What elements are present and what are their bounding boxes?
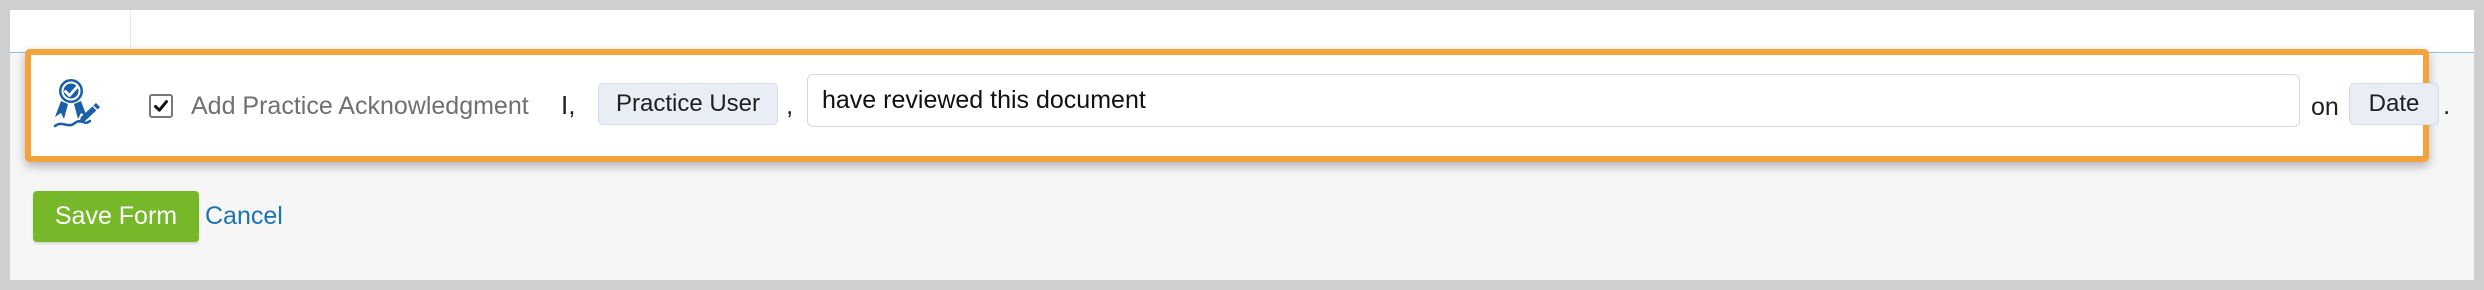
acknowledgment-statement-input[interactable]	[807, 74, 2300, 127]
top-panel	[10, 10, 2474, 52]
top-divider	[130, 10, 131, 52]
practice-user-token: Practice User	[598, 83, 778, 125]
add-acknowledgment-checkbox[interactable]	[149, 94, 173, 118]
practice-acknowledgment-section: Add Practice Acknowledgment I, Practice …	[25, 49, 2450, 162]
acknowledgment-period: .	[2443, 90, 2451, 120]
save-form-button[interactable]: Save Form	[33, 191, 199, 242]
verified-badge-signature-icon	[47, 73, 103, 135]
checkmark-icon	[154, 100, 168, 112]
acknowledgment-on-label: on	[2311, 93, 2339, 121]
acknowledgment-row: Add Practice Acknowledgment I, Practice …	[31, 55, 2450, 156]
cancel-link[interactable]: Cancel	[205, 201, 283, 231]
acknowledgment-comma: ,	[786, 90, 794, 120]
add-acknowledgment-label: Add Practice Acknowledgment	[191, 92, 529, 120]
acknowledgment-prefix: I,	[561, 90, 576, 120]
form-container: Add Practice Acknowledgment I, Practice …	[10, 10, 2474, 280]
date-token: Date	[2349, 83, 2439, 125]
